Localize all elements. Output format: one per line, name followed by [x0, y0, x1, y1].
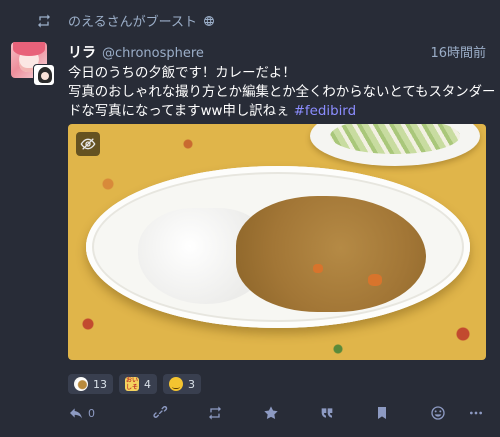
- boost-text[interactable]: のえるさんがブースト: [68, 11, 197, 30]
- emoji-reactions: 13 おい しそ 4 3: [68, 374, 201, 394]
- reaction-count: 13: [93, 377, 107, 391]
- smile-icon: [431, 406, 445, 420]
- favourite-button[interactable]: [263, 402, 279, 424]
- ellipsis-icon: [470, 411, 482, 415]
- globe-icon: [203, 15, 214, 26]
- reaction-count: 4: [144, 377, 151, 391]
- hashtag-link[interactable]: #fedibird: [294, 104, 356, 119]
- reply-icon: [70, 408, 82, 419]
- bookmark-icon: [378, 407, 386, 419]
- content-line: 写真のおしゃれな撮り方とか編集とか全くわからないとてもスタンダー: [68, 85, 496, 100]
- account-handle[interactable]: @chronosphere: [102, 46, 204, 61]
- boost-icon: [209, 406, 221, 420]
- media-image[interactable]: [68, 124, 486, 360]
- reaction-curry[interactable]: 13: [68, 374, 113, 394]
- link-icon: [153, 405, 168, 418]
- timestamp[interactable]: 16時間前: [430, 42, 486, 61]
- display-name[interactable]: リラ: [68, 42, 96, 62]
- oishii-emoji: おい しそ: [125, 377, 139, 391]
- reply-button[interactable]: 0: [68, 402, 95, 424]
- booster-avatar[interactable]: [33, 64, 55, 86]
- boost-button[interactable]: [207, 402, 223, 424]
- reaction-smile[interactable]: 3: [163, 374, 201, 394]
- copy-link-button[interactable]: [152, 402, 168, 424]
- reply-count: 0: [88, 406, 95, 420]
- smiling-face-emoji: [169, 377, 183, 391]
- content-line: 今日のうちの夕飯です！カレーだよ！: [68, 66, 296, 81]
- content-line: ドな写真になってますww申し訳ねぇ #fedibird: [68, 102, 490, 121]
- quote-button[interactable]: [319, 402, 335, 424]
- bookmark-button[interactable]: [374, 402, 390, 424]
- status-content: 今日のうちの夕飯です！カレーだよ！ 写真のおしゃれな撮り方とか編集とか全くわから…: [68, 64, 496, 121]
- emoji-reaction-button[interactable]: [430, 402, 446, 424]
- reaction-oishii[interactable]: おい しそ 4: [119, 374, 157, 394]
- curry: [236, 196, 426, 312]
- status-header: リラ @chronosphere 16時間前: [68, 42, 486, 62]
- eye-slash-icon: [80, 138, 96, 150]
- content-line-text: ドな写真になってますww申し訳ねぇ: [68, 104, 294, 119]
- hide-media-button[interactable]: [76, 132, 100, 156]
- avatar-group[interactable]: [11, 42, 57, 88]
- action-bar: 0: [68, 402, 488, 424]
- curry-rice-emoji: [74, 377, 88, 391]
- boost-notice: のえるさんがブースト: [36, 11, 215, 30]
- star-icon: [264, 406, 278, 419]
- reaction-count: 3: [188, 377, 195, 391]
- quote-icon: [321, 408, 333, 418]
- boost-icon: [38, 13, 50, 28]
- more-button[interactable]: [468, 402, 484, 424]
- carrot: [313, 264, 323, 273]
- carrot: [368, 274, 382, 286]
